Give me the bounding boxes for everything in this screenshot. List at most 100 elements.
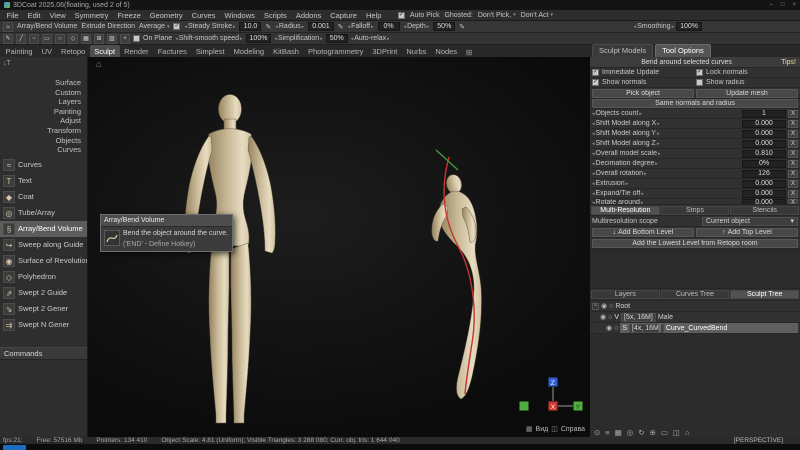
- tool-item-curves[interactable]: ≈Curves: [0, 157, 87, 173]
- selected-tree-item[interactable]: S [4x, 16M] Curve_CurvedBend: [620, 323, 798, 333]
- expand-tie-value[interactable]: 0.000: [742, 190, 786, 198]
- multires-scope-dropdown[interactable]: Current object ▾: [702, 217, 798, 226]
- menu-help[interactable]: Help: [361, 11, 385, 20]
- extrusion-spinner[interactable]: Extrusion: [592, 180, 742, 187]
- objects-count-reset-button[interactable]: X: [788, 110, 798, 118]
- tab-nodes[interactable]: Nodes: [431, 45, 462, 57]
- smoothing-value[interactable]: 100%: [676, 22, 702, 31]
- voxel-mode-badge[interactable]: V: [614, 314, 619, 321]
- draw-curve-icon[interactable]: ~: [29, 34, 39, 44]
- shift-smooth-value[interactable]: 100%: [246, 34, 272, 43]
- tool-item-coat[interactable]: ◆Coat: [0, 189, 87, 205]
- model-scale-spinner[interactable]: Overall model scale: [592, 150, 742, 157]
- eye-icon[interactable]: ◉: [601, 302, 607, 310]
- shift-y-spinner[interactable]: Shift Model along Y: [592, 130, 742, 137]
- zoom-icon[interactable]: ⊙: [594, 428, 600, 437]
- tab-render[interactable]: Render: [120, 45, 154, 57]
- shift-x-spinner[interactable]: Shift Model along X: [592, 120, 742, 127]
- frame-icon[interactable]: ▭: [661, 428, 668, 437]
- auto-relax-spinner[interactable]: Auto-relax: [351, 35, 390, 42]
- section-layers[interactable]: Layers: [0, 97, 81, 107]
- same-normals-button[interactable]: Same normals and radius: [592, 99, 798, 108]
- 3d-viewport[interactable]: ⌂: [88, 57, 590, 437]
- dock-toggle-icon[interactable]: ↓T: [3, 60, 11, 67]
- ghost-icon[interactable]: ○: [609, 303, 613, 310]
- tab-stencils[interactable]: Stencils: [730, 206, 799, 215]
- tool-item-swept-2-gener[interactable]: ⇘Swept 2 Gener: [0, 301, 87, 317]
- section-custom[interactable]: Custom: [0, 88, 81, 98]
- tool-item-text[interactable]: TText: [0, 173, 87, 189]
- draw-poly-icon[interactable]: ◇: [68, 34, 78, 44]
- tab-factures[interactable]: Factures: [153, 45, 191, 57]
- shift-y-value[interactable]: 0.000: [742, 130, 786, 138]
- menu-freeze[interactable]: Freeze: [113, 11, 145, 20]
- grid-icon[interactable]: ▦: [615, 428, 622, 437]
- add-top-level-button[interactable]: ↑Add Top Level: [696, 228, 798, 237]
- view-orientation-label[interactable]: ▦ Вид ◫ Справа: [526, 425, 585, 433]
- draw-grid-icon[interactable]: ▦: [81, 34, 91, 44]
- auto-pick-checkbox[interactable]: ✓: [398, 12, 405, 19]
- menu-windows[interactable]: Windows: [220, 11, 259, 20]
- show-normals-checkbox[interactable]: ✓: [592, 79, 599, 86]
- section-transform[interactable]: Transform: [0, 126, 81, 136]
- menu-geometry[interactable]: Geometry: [145, 11, 187, 20]
- smoothing-spinner[interactable]: Smoothing: [634, 23, 675, 30]
- falloff-value[interactable]: 0%: [378, 22, 400, 31]
- menu-symmetry[interactable]: Symmetry: [70, 11, 113, 20]
- ghost-icon[interactable]: ○: [608, 314, 612, 321]
- maximize-button[interactable]: □: [781, 2, 785, 8]
- tab-sculpt[interactable]: Sculpt: [90, 45, 120, 57]
- menu-view[interactable]: View: [45, 11, 70, 20]
- collapse-icon[interactable]: −: [592, 303, 599, 310]
- tool-item-swept-2-guide[interactable]: ⇗Swept 2 Guide: [0, 285, 87, 301]
- tab-tool-options[interactable]: Tool Options: [655, 44, 711, 58]
- model-scale-value[interactable]: 0.810: [742, 150, 786, 158]
- menu-edit[interactable]: Edit: [23, 11, 45, 20]
- menu-icon[interactable]: ≡: [605, 428, 609, 437]
- tree-row-root[interactable]: − ◉ ○ Root: [590, 301, 800, 312]
- depth-pressure-icon[interactable]: ✎: [459, 23, 465, 31]
- average-dropdown[interactable]: Average: [139, 23, 169, 30]
- lock-normals-option[interactable]: ✓Lock normals: [696, 69, 798, 76]
- extrusion-value[interactable]: 0.000: [742, 180, 786, 188]
- draw-pattern-icon[interactable]: ▨: [107, 34, 117, 44]
- immediate-update-checkbox[interactable]: ✓: [592, 69, 599, 76]
- gizmo-free-handle[interactable]: [520, 402, 529, 411]
- immediate-update-option[interactable]: ✓Immediate Update: [592, 69, 694, 76]
- falloff-spinner[interactable]: Falloff: [348, 23, 374, 30]
- tab-multi-resolution[interactable]: Multi-Resolution: [591, 206, 660, 215]
- show-normals-option[interactable]: ✓Show normals: [592, 79, 694, 86]
- tool-item-polyhedron[interactable]: ◇Polyhedron: [0, 269, 87, 285]
- home-view-icon[interactable]: ⌂: [685, 428, 690, 437]
- shift-smooth-spinner[interactable]: Shift-smooth speed: [175, 35, 242, 42]
- draw-add-icon[interactable]: +: [120, 34, 130, 44]
- tab-sculpt-models[interactable]: Sculpt Models: [592, 44, 653, 58]
- extrusion-reset-button[interactable]: X: [788, 180, 798, 188]
- show-radius-checkbox[interactable]: [696, 79, 703, 86]
- draw-stamp-icon[interactable]: ⊞: [94, 34, 104, 44]
- shift-z-value[interactable]: 0.000: [742, 140, 786, 148]
- show-radius-option[interactable]: Show radius: [696, 79, 798, 86]
- section-curves[interactable]: Curves: [0, 145, 81, 155]
- simplification-spinner[interactable]: Simplification: [274, 35, 322, 42]
- ghost-icon[interactable]: ○: [614, 325, 618, 332]
- rotate-view-icon[interactable]: ↻: [638, 428, 644, 437]
- tab-retopo[interactable]: Retopo: [57, 45, 90, 57]
- tab-curves-tree[interactable]: Curves Tree: [661, 290, 730, 299]
- lock-normals-checkbox[interactable]: ✓: [696, 69, 703, 76]
- shift-y-reset-button[interactable]: X: [788, 130, 798, 138]
- section-surface[interactable]: Surface: [0, 78, 81, 88]
- ghost-pick-dropdown[interactable]: Don't Pick,: [478, 12, 516, 19]
- menu-file[interactable]: File: [2, 11, 23, 20]
- decimation-reset-button[interactable]: X: [788, 160, 798, 168]
- tab-3dprint[interactable]: 3DPrint: [368, 45, 402, 57]
- section-objects[interactable]: Objects: [0, 136, 81, 146]
- add-view-icon[interactable]: ⊕: [650, 428, 656, 437]
- rotation-value[interactable]: 126: [742, 170, 786, 178]
- radius-spinner[interactable]: Radius: [275, 23, 304, 30]
- objects-count-spinner[interactable]: Objects count: [592, 110, 742, 117]
- steady-stroke-value[interactable]: 10.0: [239, 22, 261, 31]
- tab-modeling[interactable]: Modeling: [229, 45, 268, 57]
- objects-count-value[interactable]: 1: [742, 110, 786, 118]
- target-icon[interactable]: ◎: [627, 428, 634, 437]
